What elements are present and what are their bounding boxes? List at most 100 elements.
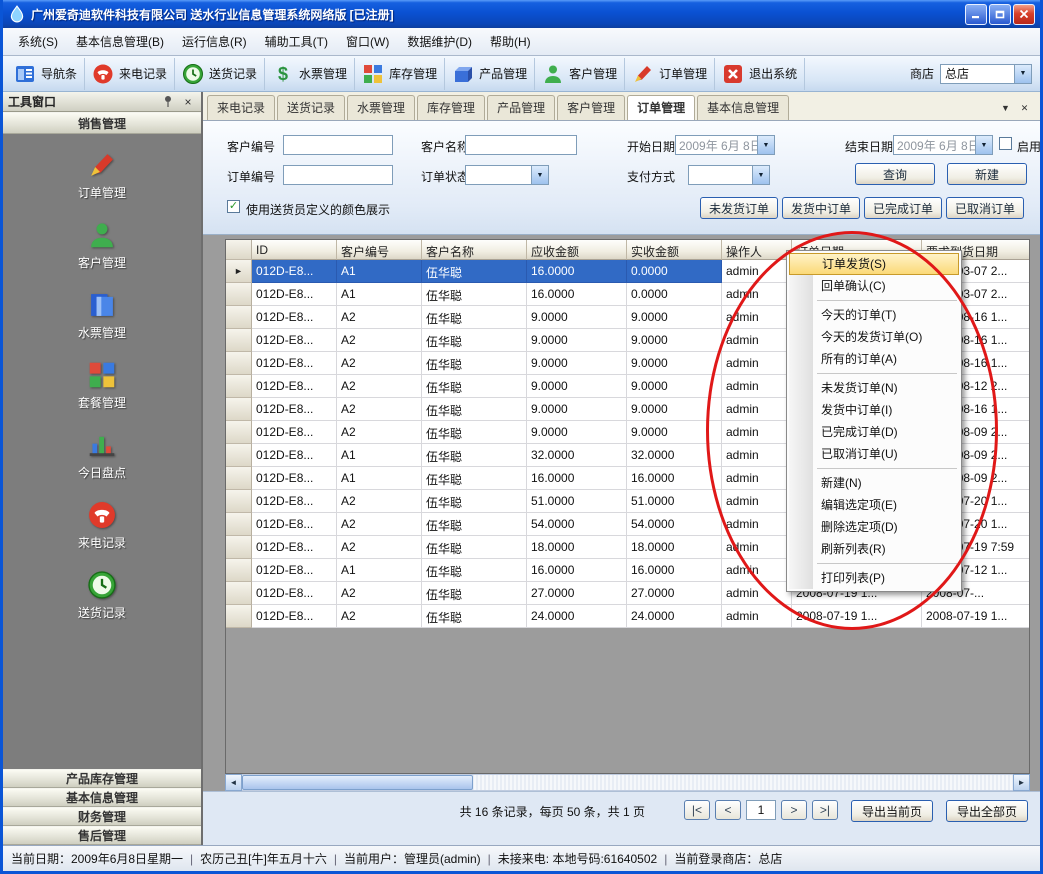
pay-method-select[interactable]: ▼: [688, 165, 770, 185]
tab[interactable]: 库存管理: [417, 95, 485, 120]
tab[interactable]: 来电记录: [207, 95, 275, 120]
row-selector[interactable]: [226, 283, 252, 306]
sidebar-item[interactable]: 来电记录: [11, 496, 193, 555]
menu-item[interactable]: 数据维护(D): [398, 28, 481, 55]
chevron-down-icon[interactable]: ▼: [1014, 65, 1031, 83]
tab[interactable]: 送货记录: [277, 95, 345, 120]
prev-page-button[interactable]: <: [715, 800, 741, 820]
toolbar-button-person[interactable]: 客户管理: [535, 58, 625, 90]
row-selector[interactable]: [226, 536, 252, 559]
tab-list-dropdown-icon[interactable]: ▼: [998, 101, 1013, 115]
sidebar-item[interactable]: 订单管理: [11, 146, 193, 205]
row-selector[interactable]: [226, 352, 252, 375]
row-selector[interactable]: [226, 467, 252, 490]
sidebar-close-icon[interactable]: ×: [180, 94, 196, 110]
row-selector[interactable]: [226, 490, 252, 513]
export-all-pages-button[interactable]: 导出全部页: [946, 800, 1028, 822]
context-menu-item[interactable]: 编辑选定项(E): [789, 494, 959, 516]
export-current-page-button[interactable]: 导出当前页: [851, 800, 933, 822]
context-menu-item[interactable]: 今天的订单(T): [789, 304, 959, 326]
menu-item[interactable]: 运行信息(R): [173, 28, 256, 55]
context-menu-item[interactable]: 发货中订单(I): [789, 399, 959, 421]
context-menu-item[interactable]: 未发货订单(N): [789, 377, 959, 399]
new-button[interactable]: 新建: [947, 163, 1027, 185]
first-page-button[interactable]: |<: [684, 800, 710, 820]
grid-column-header[interactable]: ID: [252, 240, 337, 260]
sidebar-group[interactable]: 基本信息管理: [3, 788, 201, 807]
close-button[interactable]: [1013, 4, 1035, 25]
context-menu-item[interactable]: 回单确认(C): [789, 275, 959, 297]
order-code-input[interactable]: [283, 165, 393, 185]
toolbar-button-box[interactable]: 产品管理: [445, 58, 535, 90]
toolbar-button-exit[interactable]: 退出系统: [715, 58, 805, 90]
chevron-down-icon[interactable]: ▼: [975, 136, 992, 154]
toolbar-button-pen[interactable]: 订单管理: [625, 58, 715, 90]
row-selector[interactable]: [226, 559, 252, 582]
scrollbar-track[interactable]: [242, 774, 1013, 791]
row-selector[interactable]: [226, 329, 252, 352]
sidebar-group-sales[interactable]: 销售管理: [3, 112, 201, 134]
grid-column-header[interactable]: 实收金额: [627, 240, 722, 260]
grid-column-header[interactable]: 操作人: [722, 240, 792, 260]
tab[interactable]: 产品管理: [487, 95, 555, 120]
start-date-picker[interactable]: 2009年 6月 8日 ▼: [675, 135, 775, 155]
sidebar-group[interactable]: 售后管理: [3, 826, 201, 845]
minimize-button[interactable]: [965, 4, 987, 25]
sidebar-item[interactable]: 客户管理: [11, 216, 193, 275]
menu-item[interactable]: 帮助(H): [481, 28, 540, 55]
sidebar-item[interactable]: 水票管理: [11, 286, 193, 345]
table-row[interactable]: 012D-E8...A2伍华聪24.000024.0000admin2008-0…: [226, 605, 1029, 628]
chevron-down-icon[interactable]: ▼: [531, 166, 548, 184]
scrollbar-thumb[interactable]: [242, 775, 473, 790]
tab-close-icon[interactable]: ✕: [1017, 101, 1032, 115]
context-menu-item[interactable]: 所有的订单(A): [789, 348, 959, 370]
grid-column-header[interactable]: 客户名称: [422, 240, 527, 260]
sidebar-group[interactable]: 财务管理: [3, 807, 201, 826]
toolbar-button-nav[interactable]: 导航条: [7, 58, 85, 90]
store-select[interactable]: 总店 ▼: [940, 64, 1032, 84]
row-selector[interactable]: [226, 444, 252, 467]
tab[interactable]: 水票管理: [347, 95, 415, 120]
horizontal-scrollbar[interactable]: ◄ ►: [225, 774, 1030, 791]
menu-item[interactable]: 系统(S): [9, 28, 67, 55]
filter-cancelled-button[interactable]: 已取消订单: [946, 197, 1024, 219]
grid-column-header[interactable]: 客户编号: [337, 240, 422, 260]
context-menu-item[interactable]: 新建(N): [789, 472, 959, 494]
filter-undelivered-button[interactable]: 未发货订单: [700, 197, 778, 219]
grid-column-header[interactable]: 应收金额: [527, 240, 627, 260]
customer-code-input[interactable]: [283, 135, 393, 155]
row-selector[interactable]: [226, 421, 252, 444]
row-selector[interactable]: [226, 398, 252, 421]
chevron-down-icon[interactable]: ▼: [757, 136, 774, 154]
toolbar-button-clock[interactable]: 送货记录: [175, 58, 265, 90]
row-selector[interactable]: [226, 582, 252, 605]
last-page-button[interactable]: >|: [812, 800, 838, 820]
customer-name-input[interactable]: [465, 135, 577, 155]
toolbar-button-dollar[interactable]: $水票管理: [265, 58, 355, 90]
row-selector[interactable]: [226, 605, 252, 628]
scroll-right-icon[interactable]: ►: [1013, 774, 1030, 791]
row-selector[interactable]: ►: [226, 260, 252, 283]
menu-item[interactable]: 窗口(W): [337, 28, 398, 55]
sidebar-item[interactable]: 套餐管理: [11, 356, 193, 415]
context-menu-item[interactable]: 已完成订单(D): [789, 421, 959, 443]
context-menu-item[interactable]: 刷新列表(R): [789, 538, 959, 560]
context-menu-item[interactable]: 删除选定项(D): [789, 516, 959, 538]
row-selector[interactable]: [226, 513, 252, 536]
filter-completed-button[interactable]: 已完成订单: [864, 197, 942, 219]
restore-button[interactable]: [989, 4, 1011, 25]
menu-item[interactable]: 辅助工具(T): [256, 28, 337, 55]
sidebar-item[interactable]: 今日盘点: [11, 426, 193, 485]
menu-item[interactable]: 基本信息管理(B): [67, 28, 173, 55]
next-page-button[interactable]: >: [781, 800, 807, 820]
context-menu-item[interactable]: 打印列表(P): [789, 567, 959, 589]
toolbar-button-phone[interactable]: 来电记录: [85, 58, 175, 90]
chevron-down-icon[interactable]: ▼: [752, 166, 769, 184]
tab[interactable]: 基本信息管理: [697, 95, 789, 120]
sidebar-group[interactable]: 产品库存管理: [3, 769, 201, 788]
page-number-input[interactable]: 1: [746, 800, 776, 820]
color-display-checkbox[interactable]: ✓: [227, 200, 240, 213]
row-selector[interactable]: [226, 306, 252, 329]
order-status-select[interactable]: ▼: [465, 165, 549, 185]
end-date-picker[interactable]: 2009年 6月 8日 ▼: [893, 135, 993, 155]
